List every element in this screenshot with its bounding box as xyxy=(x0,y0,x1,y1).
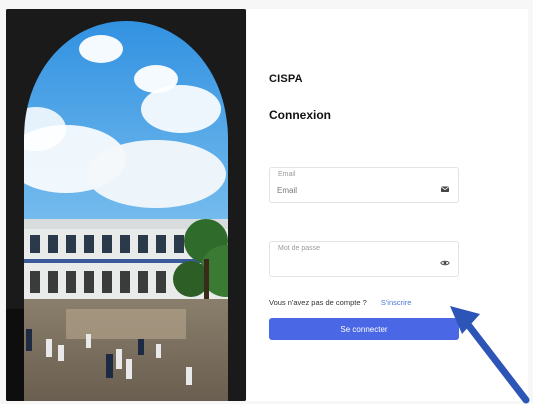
login-page: CISPA Connexion Email Mot de passe xyxy=(0,0,533,404)
signup-row: Vous n'avez pas de compte ? S'inscrire xyxy=(269,298,469,307)
brand-name: CISPA xyxy=(269,73,303,85)
email-label: Email xyxy=(278,171,296,178)
password-field[interactable]: Mot de passe xyxy=(269,241,459,277)
email-field[interactable]: Email xyxy=(269,167,459,203)
signup-link[interactable]: S'inscrire xyxy=(381,298,412,307)
login-button[interactable]: Se connecter xyxy=(269,318,459,340)
login-panel: CISPA Connexion Email Mot de passe xyxy=(247,9,528,401)
password-input[interactable] xyxy=(277,256,427,272)
signup-prompt: Vous n'avez pas de compte ? xyxy=(269,298,367,307)
password-label: Mot de passe xyxy=(278,245,321,252)
email-input[interactable] xyxy=(277,182,427,198)
envelope-icon xyxy=(440,181,450,192)
eye-icon[interactable] xyxy=(440,255,450,266)
form-title: Connexion xyxy=(269,108,331,122)
campus-photo xyxy=(6,9,246,401)
